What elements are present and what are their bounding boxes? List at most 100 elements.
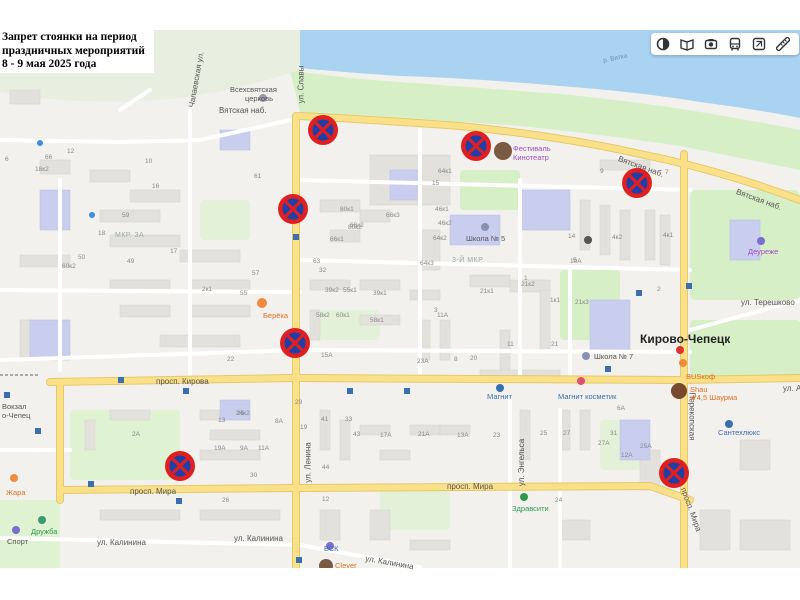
house-number: 4к1 [663, 232, 674, 239]
house-number: 19А [214, 445, 226, 452]
poi-school7[interactable]: Школа № 7 [594, 352, 633, 361]
street-mira-center: просп. Мира [447, 482, 494, 491]
street-engelsa: ул. Энгельса [517, 438, 527, 487]
poi-bereka[interactable]: Берёка [263, 311, 288, 320]
street-kalinina-center: ул. Калинина [234, 534, 283, 543]
traffic-button[interactable] [747, 33, 771, 55]
poi-santekhluks[interactable]: Сантехлюкс [718, 428, 760, 437]
house-number: 66к1 [330, 236, 344, 243]
poi-church-line2[interactable]: церковь [245, 94, 273, 103]
shau-marker [671, 383, 687, 399]
poi-shau-line2[interactable]: ★4,5 Шаурма [690, 393, 737, 402]
traffic-icon [752, 37, 766, 51]
house-number: 18 [98, 230, 106, 237]
magnit-cosmetic-marker [577, 377, 585, 385]
house-number: 19 [300, 424, 308, 431]
house-number: 22 [227, 356, 235, 363]
house-number: 21 [551, 341, 559, 348]
poi-school5[interactable]: Школа № 5 [466, 234, 505, 243]
house-number: 60к2 [62, 263, 76, 270]
no-parking-sign-icon [621, 167, 653, 199]
house-number: 2А [132, 431, 140, 438]
transport-button[interactable] [723, 33, 747, 55]
no-parking-sign-icon [277, 193, 309, 225]
no-parking-sign-icon [164, 450, 196, 482]
poi-festival-line2[interactable]: Кинотеатр [513, 153, 549, 162]
no-parking-sign-icon [307, 114, 339, 146]
house-number: 63 [313, 258, 321, 265]
city-label: Кирово-Чепецк [640, 332, 731, 346]
house-number: 4к2 [612, 234, 623, 241]
house-number: 50 [78, 254, 86, 261]
poi-church-line1[interactable]: Всехсвятская [230, 85, 277, 94]
poi-zhara[interactable]: Жара [6, 488, 26, 497]
poi-vokzal-line2[interactable]: о-Чепец [2, 411, 30, 420]
house-number: 44 [322, 464, 330, 471]
house-number: 25 [540, 430, 548, 437]
house-number: 8 [454, 356, 458, 363]
house-number: 16 [152, 183, 160, 190]
house-number: 17 [170, 248, 178, 255]
house-number: 64к3 [420, 260, 434, 267]
house-number: 29 [295, 399, 303, 406]
house-number: 33 [345, 416, 353, 423]
house-number: 58к1 [370, 317, 384, 324]
poi-festival-line1[interactable]: Фестиваль [513, 144, 551, 153]
busfood-marker [679, 359, 687, 367]
poi-magnit[interactable]: Магнит [487, 392, 512, 401]
poi-deurezhe[interactable]: Деуреже [748, 247, 778, 256]
house-number: 25А [640, 443, 652, 450]
house-number: 6 [5, 156, 9, 163]
street-vyatskaya-nab-left: Вятская наб. [219, 106, 267, 115]
no-parking-sign-icon [658, 457, 690, 489]
zhara-marker [10, 474, 18, 482]
poi-clever[interactable]: Clever [335, 561, 357, 570]
house-number: 23А [417, 358, 429, 365]
house-number: 64к2 [433, 235, 447, 242]
poi-magnit-cosmetic[interactable]: Магнит косметик [558, 392, 616, 401]
building-blue-center [389, 169, 421, 201]
house-number: 46к2 [438, 220, 452, 227]
street-kalinina-left: ул. Калинина [97, 538, 146, 547]
poi-sport[interactable]: Спорт [7, 537, 28, 546]
festival-marker [494, 142, 512, 160]
ruler-icon [776, 37, 790, 51]
street-mira-left: просп. Мира [130, 487, 177, 496]
poi-vokzal-line1[interactable]: Вокзал [2, 402, 27, 411]
house-number: 80к1 [340, 206, 354, 213]
district-mkr3: 3-Й МКР. [452, 257, 485, 264]
bereka-marker [257, 298, 267, 308]
house-number: 12 [322, 496, 330, 503]
park-school5 [460, 170, 520, 210]
house-number: 58к2 [316, 312, 330, 319]
house-number: 66 [45, 154, 53, 161]
house-number: 27А [598, 440, 610, 447]
poi-zdravsiti[interactable]: Здравсити [512, 504, 549, 513]
house-number: 64к1 [438, 168, 452, 175]
ruler-button[interactable] [771, 33, 795, 55]
panorama-button[interactable] [675, 33, 699, 55]
house-number: 61 [254, 173, 262, 180]
house-number: 21к3 [575, 299, 589, 306]
poi-busfood[interactable]: BUSкоф [686, 372, 715, 381]
street-kirova-right: ул. А [783, 384, 800, 393]
poi-druzhba[interactable]: Дружба [31, 527, 57, 536]
layers-button[interactable] [651, 33, 675, 55]
camera-button[interactable] [699, 33, 723, 55]
house-number: 60к1 [336, 312, 350, 319]
house-number: 24 [555, 497, 563, 504]
sport-marker [12, 526, 20, 534]
street-slavy: ул. Славы [296, 65, 306, 104]
house-number: 20 [470, 355, 478, 362]
district-mkr3a: МКР. 3А [115, 232, 145, 239]
photo-marker [584, 236, 592, 244]
house-number: 31 [610, 430, 618, 437]
house-number: 9 [600, 168, 604, 175]
poi-vsk[interactable]: ВСК [324, 544, 339, 553]
house-number: 39к1 [373, 290, 387, 297]
house-number: 55 [240, 290, 248, 297]
school5-marker [481, 223, 489, 231]
school7-building [589, 299, 631, 351]
house-number: 8А [275, 418, 283, 425]
house-number: 57 [252, 270, 260, 277]
